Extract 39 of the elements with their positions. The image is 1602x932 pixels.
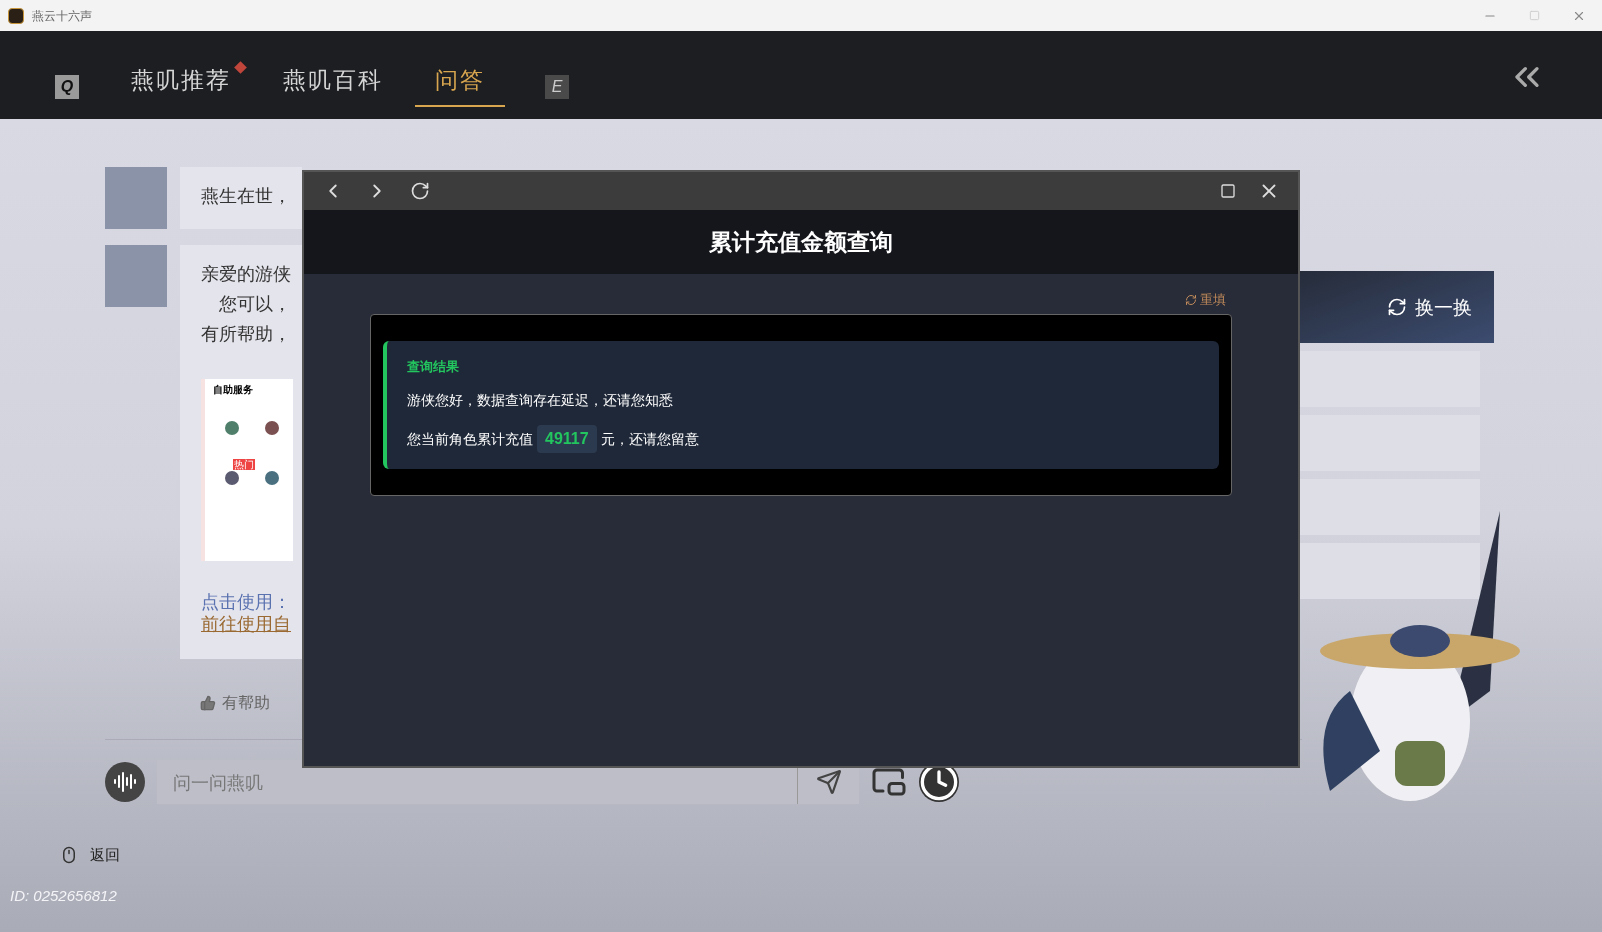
nav-tab[interactable]: 燕叽推荐 xyxy=(111,62,251,107)
nav-tab[interactable]: 燕叽百科 xyxy=(263,62,403,107)
app-logo-icon xyxy=(8,7,24,24)
refresh-icon xyxy=(1387,297,1407,317)
back-label[interactable]: 返回 xyxy=(90,844,120,867)
thumbs-up-icon xyxy=(200,695,216,711)
reset-button[interactable]: 重填 xyxy=(1185,290,1226,310)
avatar-placeholder xyxy=(105,245,167,307)
service-icon xyxy=(265,421,279,435)
paper-plane-icon xyxy=(815,769,842,795)
hot-badge: 热门 xyxy=(233,459,255,470)
message-text: 有所帮助， xyxy=(201,322,292,346)
refresh-button[interactable]: 换一换 xyxy=(1387,292,1472,322)
result-text: 元，还请您留意 xyxy=(600,429,699,449)
service-icon xyxy=(265,471,279,485)
thumbnail-title: 自助服务 xyxy=(213,383,254,397)
player-id: ID: 0252656812 xyxy=(10,885,118,906)
mouse-icon xyxy=(60,846,78,865)
nav-tab[interactable]: 问答 xyxy=(415,62,505,107)
result-text: 您当前角色累计充值 xyxy=(407,429,533,449)
result-text: 游侠您好，数据查询存在延迟，还请您知悉 xyxy=(407,391,674,410)
service-icon xyxy=(225,421,239,435)
voice-icon[interactable] xyxy=(105,762,145,802)
key-hint[interactable]: Q xyxy=(55,75,79,99)
refresh-icon xyxy=(1185,293,1197,306)
maximize-icon[interactable] xyxy=(1220,183,1236,199)
reload-icon[interactable] xyxy=(410,181,430,201)
message-text: 燕生在世， xyxy=(201,184,292,208)
service-icon xyxy=(225,471,239,485)
dialog-title: 累计充值金额查询 xyxy=(709,227,893,257)
link-label: 点击使用： xyxy=(201,591,292,613)
message-text: 亲爱的游侠 xyxy=(201,262,292,286)
avatar-placeholder xyxy=(105,167,167,229)
result-heading: 查询结果 xyxy=(407,357,460,376)
amount-value: 49117 xyxy=(537,425,597,453)
message-text: 您可以， xyxy=(218,292,292,316)
service-link[interactable]: 前往使用自 xyxy=(201,613,302,635)
key-hint[interactable]: E xyxy=(545,75,569,99)
window-title: 燕云十六声 xyxy=(32,7,92,25)
